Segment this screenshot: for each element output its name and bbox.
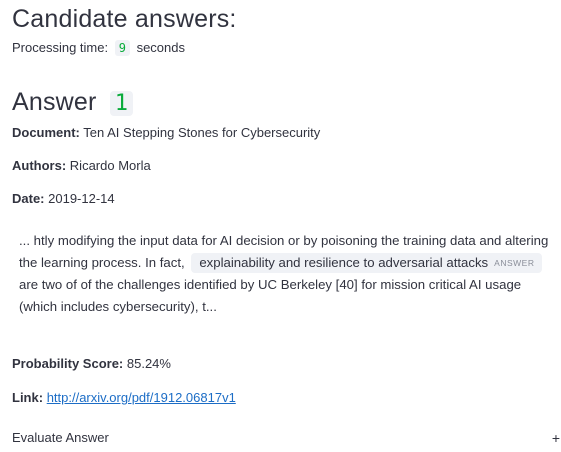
plus-icon[interactable]: + (552, 428, 560, 448)
authors-row: Authors: Ricardo Morla (12, 157, 151, 175)
expander-label: Evaluate Answer (12, 430, 109, 445)
processing-unit: seconds (136, 40, 185, 55)
processing-value: 9 (114, 40, 130, 56)
answer-number: 1 (109, 91, 134, 116)
answer-tag: ANSWER (494, 258, 535, 268)
evaluate-answer-expander[interactable]: Evaluate Answer + (12, 428, 560, 448)
date-row: Date: 2019-12-14 (12, 190, 115, 208)
answer-heading: Answer 1 (12, 86, 134, 120)
document-label: Document: (12, 125, 80, 140)
answer-highlight: explainability and resilience to adversa… (191, 253, 543, 273)
processing-label: Processing time: (12, 40, 109, 55)
date-label: Date: (12, 191, 45, 206)
link-label: Link: (12, 390, 44, 405)
authors-value: Ricardo Morla (69, 158, 151, 173)
passage-after: are two of of the challenges identified … (19, 277, 522, 314)
results-page: Candidate answers: Processing time: 9 se… (0, 0, 561, 452)
authors-label: Authors: (12, 158, 67, 173)
document-value: Ten AI Stepping Stones for Cybersecurity (83, 125, 321, 140)
probability-value: 85.24% (126, 356, 171, 371)
processing-time: Processing time: 9 seconds (12, 39, 185, 57)
date-value: 2019-12-14 (48, 191, 115, 206)
paper-link[interactable]: http://arxiv.org/pdf/1912.06817v1 (47, 390, 236, 405)
probability-row: Probability Score: 85.24% (12, 355, 171, 373)
answer-passage: ... htly modifying the input data for AI… (19, 230, 555, 318)
probability-label: Probability Score: (12, 356, 124, 371)
answer-title: Answer (12, 88, 97, 116)
highlight-text: explainability and resilience to adversa… (199, 255, 489, 270)
page-title: Candidate answers: (12, 5, 237, 33)
document-row: Document: Ten AI Stepping Stones for Cyb… (12, 124, 320, 142)
link-row: Link: http://arxiv.org/pdf/1912.06817v1 (12, 389, 236, 407)
